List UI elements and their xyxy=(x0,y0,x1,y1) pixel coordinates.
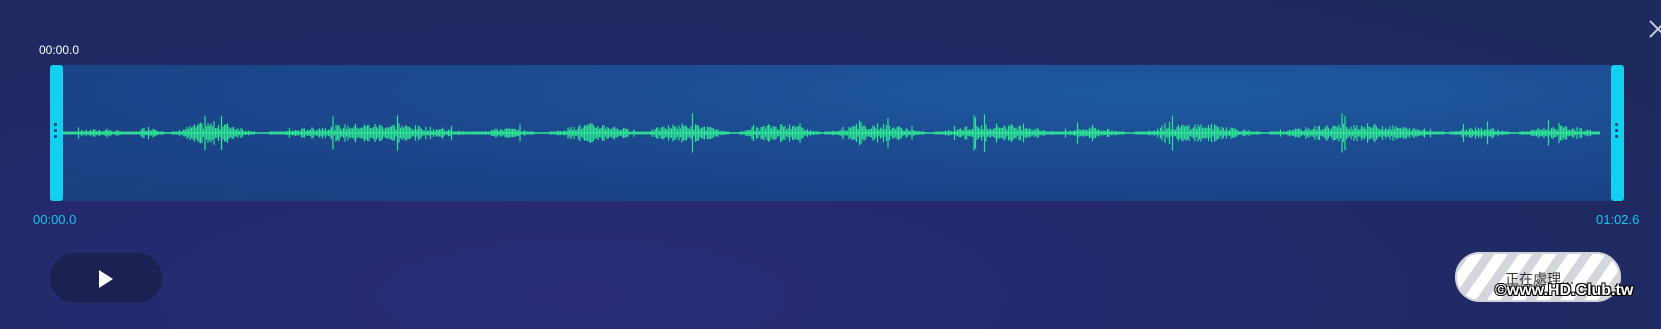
selection-end-time: 01:02.6 xyxy=(1596,212,1640,227)
selection-start-time: 00:00.0 xyxy=(33,212,77,227)
waveform xyxy=(61,113,1601,153)
grip-icon xyxy=(54,123,57,141)
trim-start-handle[interactable] xyxy=(50,65,63,201)
close-icon[interactable] xyxy=(1647,18,1661,40)
grip-icon xyxy=(1615,123,1618,141)
play-icon xyxy=(99,270,113,288)
cursor-time: 00:00.0 xyxy=(39,43,80,57)
waveform-panel[interactable] xyxy=(50,65,1611,201)
watermark: ©www.HD.Club.tw xyxy=(1495,282,1634,299)
play-button[interactable] xyxy=(50,253,162,303)
trim-end-handle[interactable] xyxy=(1611,65,1624,201)
